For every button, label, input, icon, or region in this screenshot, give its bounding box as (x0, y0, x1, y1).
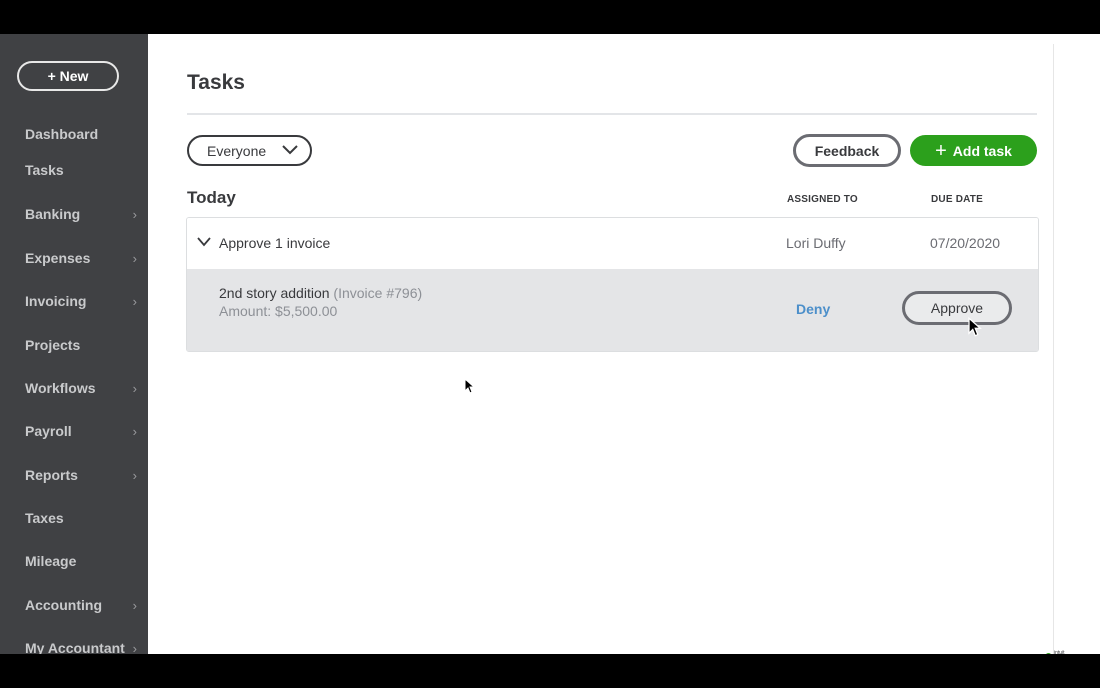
filter-selected-value: Everyone (207, 142, 267, 159)
sidebar-item-projects[interactable]: Projects (25, 337, 137, 353)
invoice-item-name: 2nd story addition (Invoice #796) (219, 285, 422, 301)
sidebar-item-label: Projects (25, 337, 81, 353)
sidebar-item-label: Banking (25, 206, 81, 222)
quickbooks-logo: intuit quickbooks (1045, 651, 1079, 654)
assignee-filter-dropdown[interactable]: Everyone (187, 135, 312, 166)
mouse-cursor-icon (968, 317, 982, 337)
sidebar-item-dashboard[interactable]: Dashboard (25, 126, 137, 142)
main-content: Tasks Everyone Feedback + Add task Today… (148, 34, 1054, 654)
brand-line-1: intuit (1054, 650, 1065, 655)
sidebar-item-payroll[interactable]: Payroll › (25, 423, 137, 439)
task-assignee: Lori Duffy (786, 235, 846, 251)
chevron-right-icon: › (132, 423, 137, 439)
chevron-down-icon[interactable] (197, 236, 211, 248)
sidebar-item-label: Mileage (25, 553, 77, 569)
sidebar-item-reports[interactable]: Reports › (25, 467, 137, 483)
sidebar-item-label: My Accountant (25, 640, 125, 654)
column-header-due-date: DUE DATE (931, 194, 983, 205)
task-row[interactable]: Approve 1 invoice Lori Duffy 07/20/2020 (187, 218, 1038, 269)
task-item-row: 2nd story addition (Invoice #796) Amount… (187, 269, 1038, 351)
sidebar-item-my-accountant[interactable]: My Accountant › (25, 640, 137, 654)
app-window: + New Dashboard Tasks Banking › Expenses ›… (0, 34, 1100, 654)
add-task-label: Add task (952, 142, 1012, 159)
task-card: Approve 1 invoice Lori Duffy 07/20/2020 … (186, 217, 1039, 352)
divider (1053, 44, 1054, 654)
deny-button[interactable]: Deny (796, 301, 830, 317)
task-title: Approve 1 invoice (219, 235, 331, 251)
sidebar-item-label: Dashboard (25, 126, 99, 142)
task-due-date: 07/20/2020 (930, 235, 1001, 251)
sidebar-item-label: Invoicing (25, 293, 87, 309)
sidebar-item-taxes[interactable]: Taxes (25, 510, 137, 526)
sidebar-item-label: Expenses (25, 250, 91, 266)
sidebar-item-expenses[interactable]: Expenses › (25, 250, 137, 266)
sidebar-item-label: Accounting (25, 597, 102, 613)
feedback-button[interactable]: Feedback (793, 134, 901, 167)
sidebar-item-accounting[interactable]: Accounting › (25, 597, 137, 613)
section-title-today: Today (187, 188, 236, 207)
chevron-right-icon: › (132, 293, 137, 309)
sidebar-item-invoicing[interactable]: Invoicing › (25, 293, 137, 309)
sidebar-item-workflows[interactable]: Workflows › (25, 380, 137, 396)
chevron-down-icon (282, 145, 298, 155)
sidebar-item-label: Reports (25, 467, 78, 483)
chevron-right-icon: › (132, 250, 137, 266)
chevron-right-icon: › (132, 380, 137, 396)
chevron-right-icon: › (132, 206, 137, 222)
approve-button[interactable]: Approve (902, 291, 1012, 325)
plus-icon: + (935, 139, 947, 162)
chevron-right-icon: › (132, 597, 137, 613)
page-title: Tasks (187, 71, 245, 94)
sidebar-item-label: Taxes (25, 510, 64, 526)
divider (187, 113, 1037, 115)
sidebar-item-banking[interactable]: Banking › (25, 206, 137, 222)
chevron-right-icon: › (132, 467, 137, 483)
sidebar: + New Dashboard Tasks Banking › Expenses ›… (0, 34, 148, 654)
add-task-button[interactable]: + Add task (910, 135, 1037, 166)
invoice-description: 2nd story addition (219, 285, 330, 301)
invoice-reference: (Invoice #796) (333, 285, 423, 301)
sidebar-item-tasks[interactable]: Tasks (25, 162, 137, 178)
sidebar-item-label: Workflows (25, 380, 96, 396)
mouse-cursor-icon (464, 378, 474, 394)
sidebar-item-mileage[interactable]: Mileage (25, 553, 137, 569)
quickbooks-logo-icon (1045, 652, 1052, 654)
new-button[interactable]: + New (17, 61, 119, 91)
invoice-amount: Amount: $5,500.00 (219, 303, 338, 319)
sidebar-item-label: Payroll (25, 423, 72, 439)
chevron-right-icon: › (132, 640, 137, 655)
sidebar-item-label: Tasks (25, 162, 64, 178)
column-header-assigned-to: ASSIGNED TO (787, 194, 858, 205)
